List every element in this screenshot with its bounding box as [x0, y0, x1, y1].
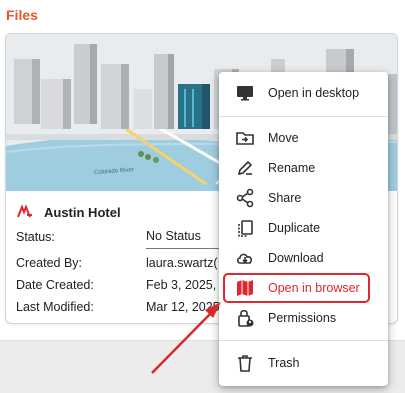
date-created-value: Feb 3, 2025, 1	[146, 278, 224, 292]
context-menu: Open in desktop Move Rename Share Duplic…	[219, 72, 388, 386]
share-icon	[236, 188, 254, 208]
menu-item-duplicate[interactable]: Duplicate	[219, 213, 388, 243]
menu-divider	[219, 116, 388, 117]
menu-item-share[interactable]: Share	[219, 183, 388, 213]
menu-divider	[219, 340, 388, 341]
created-by-value: laura.swartz(	[146, 256, 218, 270]
menu-item-label: Permissions	[268, 311, 337, 325]
menu-item-label: Move	[268, 131, 299, 145]
menu-item-trash[interactable]: Trash	[219, 348, 388, 378]
last-modified-label: Last Modified:	[16, 300, 94, 314]
trash-icon	[238, 355, 252, 372]
menu-item-rename[interactable]: Rename	[219, 153, 388, 183]
created-by-label: Created By:	[16, 256, 83, 270]
monitor-icon	[237, 86, 253, 101]
menu-item-label: Duplicate	[268, 221, 321, 235]
highlight-box	[223, 273, 370, 303]
menu-item-label: Rename	[268, 161, 316, 175]
cloud-download-icon	[236, 253, 253, 264]
menu-item-permissions[interactable]: Permissions	[219, 303, 388, 333]
menu-item-move[interactable]: Move	[219, 123, 388, 153]
card-title: Austin Hotel	[44, 204, 121, 220]
lock-person-icon	[238, 309, 254, 327]
status-select[interactable]: No Status	[146, 227, 226, 249]
menu-item-label: Download	[268, 251, 324, 265]
section-title: Files	[6, 7, 38, 23]
brand-logo-icon	[17, 204, 32, 218]
menu-item-label: Open in desktop	[268, 86, 360, 100]
card-title-row[interactable]: Austin Hotel	[16, 202, 121, 222]
menu-item-download[interactable]: Download	[219, 243, 388, 273]
status-label: Status:	[16, 230, 55, 244]
pencil-icon	[237, 160, 253, 176]
menu-item-label: Share	[268, 191, 302, 205]
folder-move-icon	[236, 132, 254, 145]
duplicate-icon	[238, 220, 253, 237]
menu-item-label: Trash	[268, 356, 300, 370]
menu-item-open-in-desktop[interactable]: Open in desktop	[219, 78, 388, 108]
date-created-label: Date Created:	[16, 278, 94, 292]
last-modified-value: Mar 12, 2025	[146, 300, 220, 314]
